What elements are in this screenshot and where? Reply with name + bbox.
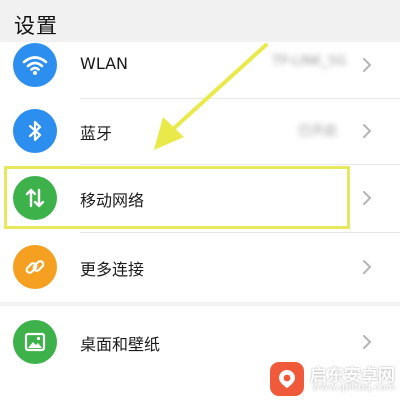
wifi-icon [13, 43, 57, 87]
chevron-right-icon [363, 260, 372, 274]
link-icon [13, 245, 57, 289]
settings-item-more-connections[interactable]: 更多连接 [0, 234, 400, 300]
divider [80, 232, 400, 233]
watermark: 启东安卓网 www.qdltdq.com [264, 356, 400, 400]
settings-item-bluetooth[interactable]: 蓝牙 已开启 [0, 98, 400, 164]
watermark-url: www.qdltdq.com [312, 382, 396, 393]
image-icon [13, 320, 57, 364]
bluetooth-icon [13, 109, 57, 153]
settings-item-label: WLAN [80, 54, 129, 73]
settings-item-label: 蓝牙 [80, 124, 113, 143]
highlight-box [4, 166, 350, 229]
settings-item-wlan[interactable]: WLAN TP-LINK_5G [0, 32, 400, 98]
settings-item-label: 桌面和壁纸 [80, 335, 161, 354]
settings-item-value: 已开启 [298, 124, 338, 139]
settings-item-label: 更多连接 [80, 260, 145, 279]
chevron-right-icon [363, 58, 372, 72]
watermark-logo-icon [270, 362, 304, 396]
chevron-right-icon [363, 191, 372, 205]
settings-screen: 设置 WLAN TP-LINK_5G 蓝牙 已开启 移动网络 更多连接 桌面和壁… [0, 0, 400, 400]
settings-item-value: TP-LINK_5G [272, 54, 347, 69]
chevron-right-icon [363, 335, 372, 349]
chevron-right-icon [363, 124, 372, 138]
